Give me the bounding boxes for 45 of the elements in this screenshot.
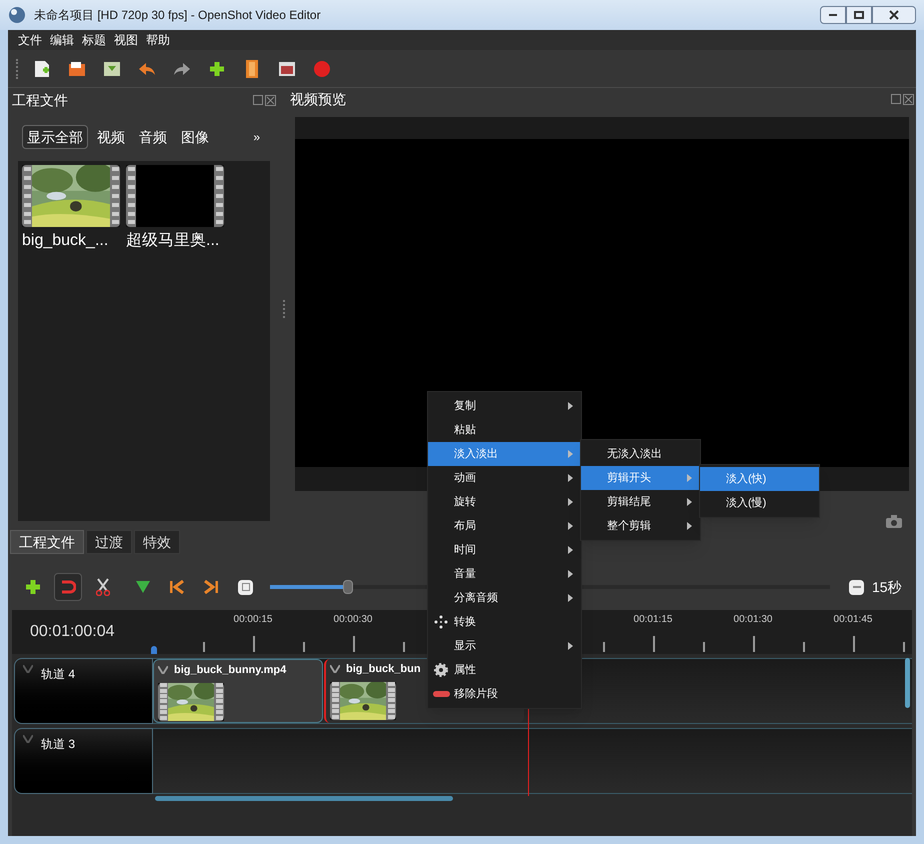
menu-item[interactable]: 无淡入淡出	[581, 442, 700, 466]
menu-item[interactable]: 粘贴	[428, 418, 581, 442]
menu-item[interactable]: 动画	[428, 466, 581, 490]
menu-item[interactable]: 淡入(快)	[700, 467, 819, 491]
ruler-label: 00:01:45	[834, 613, 872, 627]
menu-item[interactable]: 整个剪辑	[581, 514, 700, 538]
filter-tab[interactable]: 视频	[92, 125, 130, 149]
file-item[interactable]: big_buck_...	[22, 165, 120, 253]
menu-item[interactable]: 音量	[428, 562, 581, 586]
menu-item[interactable]: 剪辑结尾	[581, 490, 700, 514]
menu-item[interactable]: 淡入淡出	[428, 442, 581, 466]
menu-bar-item[interactable]: 标题	[82, 31, 106, 49]
menu-bar-item[interactable]: 帮助	[146, 31, 170, 49]
filter-tab[interactable]: 显示全部	[22, 125, 88, 149]
ruler-label: 00:01:15	[634, 613, 672, 627]
menu-bar-item[interactable]: 视图	[114, 31, 138, 49]
menu-bar-item[interactable]: 编辑	[50, 31, 74, 49]
ruler-label: 00:00:30	[334, 613, 372, 627]
ruler-label: 00:00:15	[234, 613, 272, 627]
menu-item[interactable]: 布局	[428, 514, 581, 538]
more-button[interactable]: »	[253, 128, 260, 146]
dock-tab[interactable]: 特效	[134, 530, 180, 554]
menu-item[interactable]: 时间	[428, 538, 581, 562]
window-title: 未命名项目 [HD 720p 30 fps] - OpenShot Video Editor	[34, 7, 321, 24]
menu-item[interactable]: 分离音频	[428, 586, 581, 610]
menu-item[interactable]: 淡入(慢)	[700, 491, 819, 515]
menu-item[interactable]: 复制	[428, 394, 581, 418]
ruler-label: 00:01:30	[734, 613, 772, 627]
panel-title: 视频预览	[290, 90, 346, 109]
panel-title: 工程文件	[12, 90, 68, 110]
track-header[interactable]: 轨道 4	[14, 658, 153, 724]
timecode: 00:01:00:04	[30, 622, 115, 642]
clip[interactable]: big_buck_bunny.mp4	[153, 659, 323, 723]
dock-tab[interactable]: 工程文件	[10, 530, 84, 554]
menu-bar-item[interactable]: 文件	[18, 31, 42, 49]
zoom-reading: 15秒	[872, 578, 902, 596]
dock-tab[interactable]: 过渡	[86, 530, 132, 554]
filter-tab[interactable]: 图像	[176, 125, 214, 149]
filter-tab[interactable]: 音频	[134, 125, 172, 149]
track-header[interactable]: 轨道 3	[14, 728, 153, 794]
menu-item[interactable]: 剪辑开头	[581, 466, 700, 490]
menu-item[interactable]: 显示	[428, 634, 581, 658]
menu-item[interactable]: 旋转	[428, 490, 581, 514]
file-item[interactable]: 超级马里奥...	[126, 165, 224, 253]
menu-item[interactable]: 转换	[428, 610, 581, 634]
